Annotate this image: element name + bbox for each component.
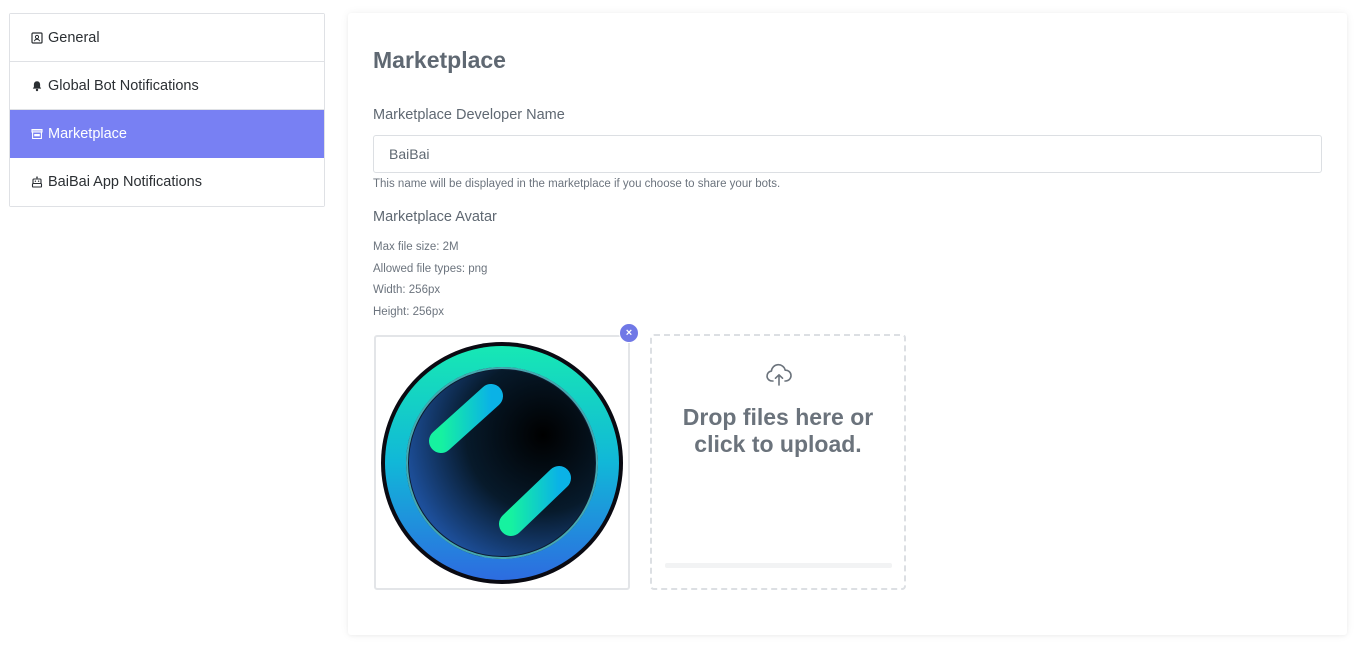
- sidebar-item-general[interactable]: General: [10, 14, 324, 62]
- id-card-icon: [31, 31, 43, 44]
- store-icon: [31, 128, 43, 140]
- remove-avatar-button[interactable]: ×: [619, 323, 639, 343]
- page-title: Marketplace: [373, 47, 506, 73]
- developer-name-input[interactable]: [373, 135, 1322, 173]
- sidebar-item-label: Marketplace: [48, 125, 127, 142]
- sidebar-item-marketplace[interactable]: Marketplace: [10, 110, 324, 158]
- sidebar-item-global-bot-notifications[interactable]: Global Bot Notifications: [10, 62, 324, 110]
- avatar-width: Width: 256px: [373, 284, 441, 296]
- cloud-upload-icon: [766, 363, 792, 386]
- upload-progress-bar: [665, 563, 892, 568]
- avatar-dropzone[interactable]: Drop files here or click to upload.: [650, 334, 906, 590]
- developer-name-label: Marketplace Developer Name: [373, 107, 565, 123]
- sidebar-item-label: Global Bot Notifications: [48, 77, 199, 94]
- sidebar-item-label: General: [48, 29, 100, 46]
- dropzone-message: Drop files here or click to upload.: [652, 404, 904, 458]
- dropzone-message-line1: Drop files here or: [682, 404, 874, 430]
- bell-icon: [31, 80, 43, 92]
- avatar-label: Marketplace Avatar: [373, 209, 497, 225]
- avatar-max-size: Max file size: 2M: [373, 241, 459, 253]
- dropzone-message-line2: click to upload.: [694, 431, 862, 457]
- developer-name-help: This name will be displayed in the marke…: [373, 178, 781, 190]
- avatar-file-types: Allowed file types: png: [373, 263, 488, 275]
- settings-sidebar: General Global Bot Notifications Marketp…: [9, 13, 325, 207]
- marketplace-settings-card: Marketplace Marketplace Developer Name T…: [348, 13, 1347, 635]
- sidebar-item-label: BaiBai App Notifications: [48, 174, 202, 190]
- avatar-preview: [374, 335, 630, 590]
- sidebar-item-baibai-app-notifications[interactable]: BaiBai App Notifications: [10, 158, 324, 206]
- robot-icon: [31, 176, 43, 188]
- avatar-logo-image: [381, 341, 623, 584]
- avatar-height: Height: 256px: [373, 306, 444, 318]
